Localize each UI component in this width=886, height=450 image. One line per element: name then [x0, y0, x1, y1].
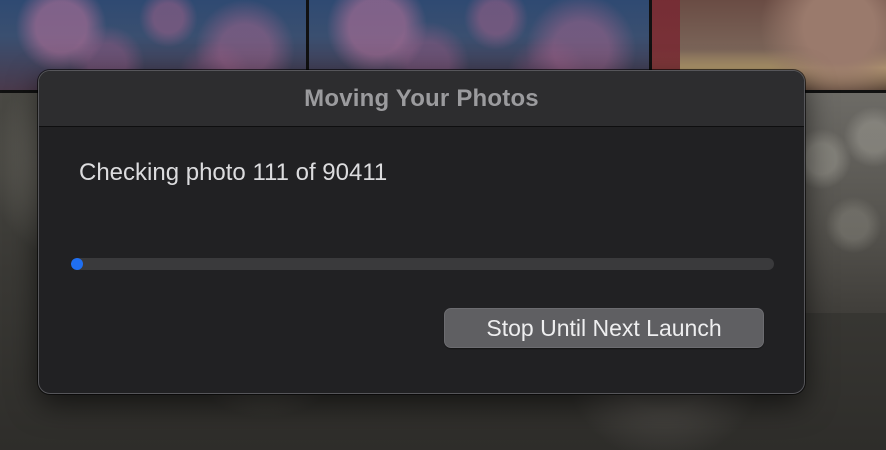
photo-thumbnail[interactable]	[805, 93, 886, 313]
progress-bar	[71, 258, 774, 270]
dialog-titlebar[interactable]: Moving Your Photos	[39, 71, 804, 127]
dialog-title: Moving Your Photos	[304, 84, 539, 112]
progress-bar-fill	[71, 258, 83, 270]
progress-status-text: Checking photo 111 of 90411	[79, 159, 388, 186]
moving-photos-dialog: Moving Your Photos Checking photo 111 of…	[38, 70, 805, 394]
stop-until-next-launch-button[interactable]: Stop Until Next Launch	[444, 308, 764, 348]
